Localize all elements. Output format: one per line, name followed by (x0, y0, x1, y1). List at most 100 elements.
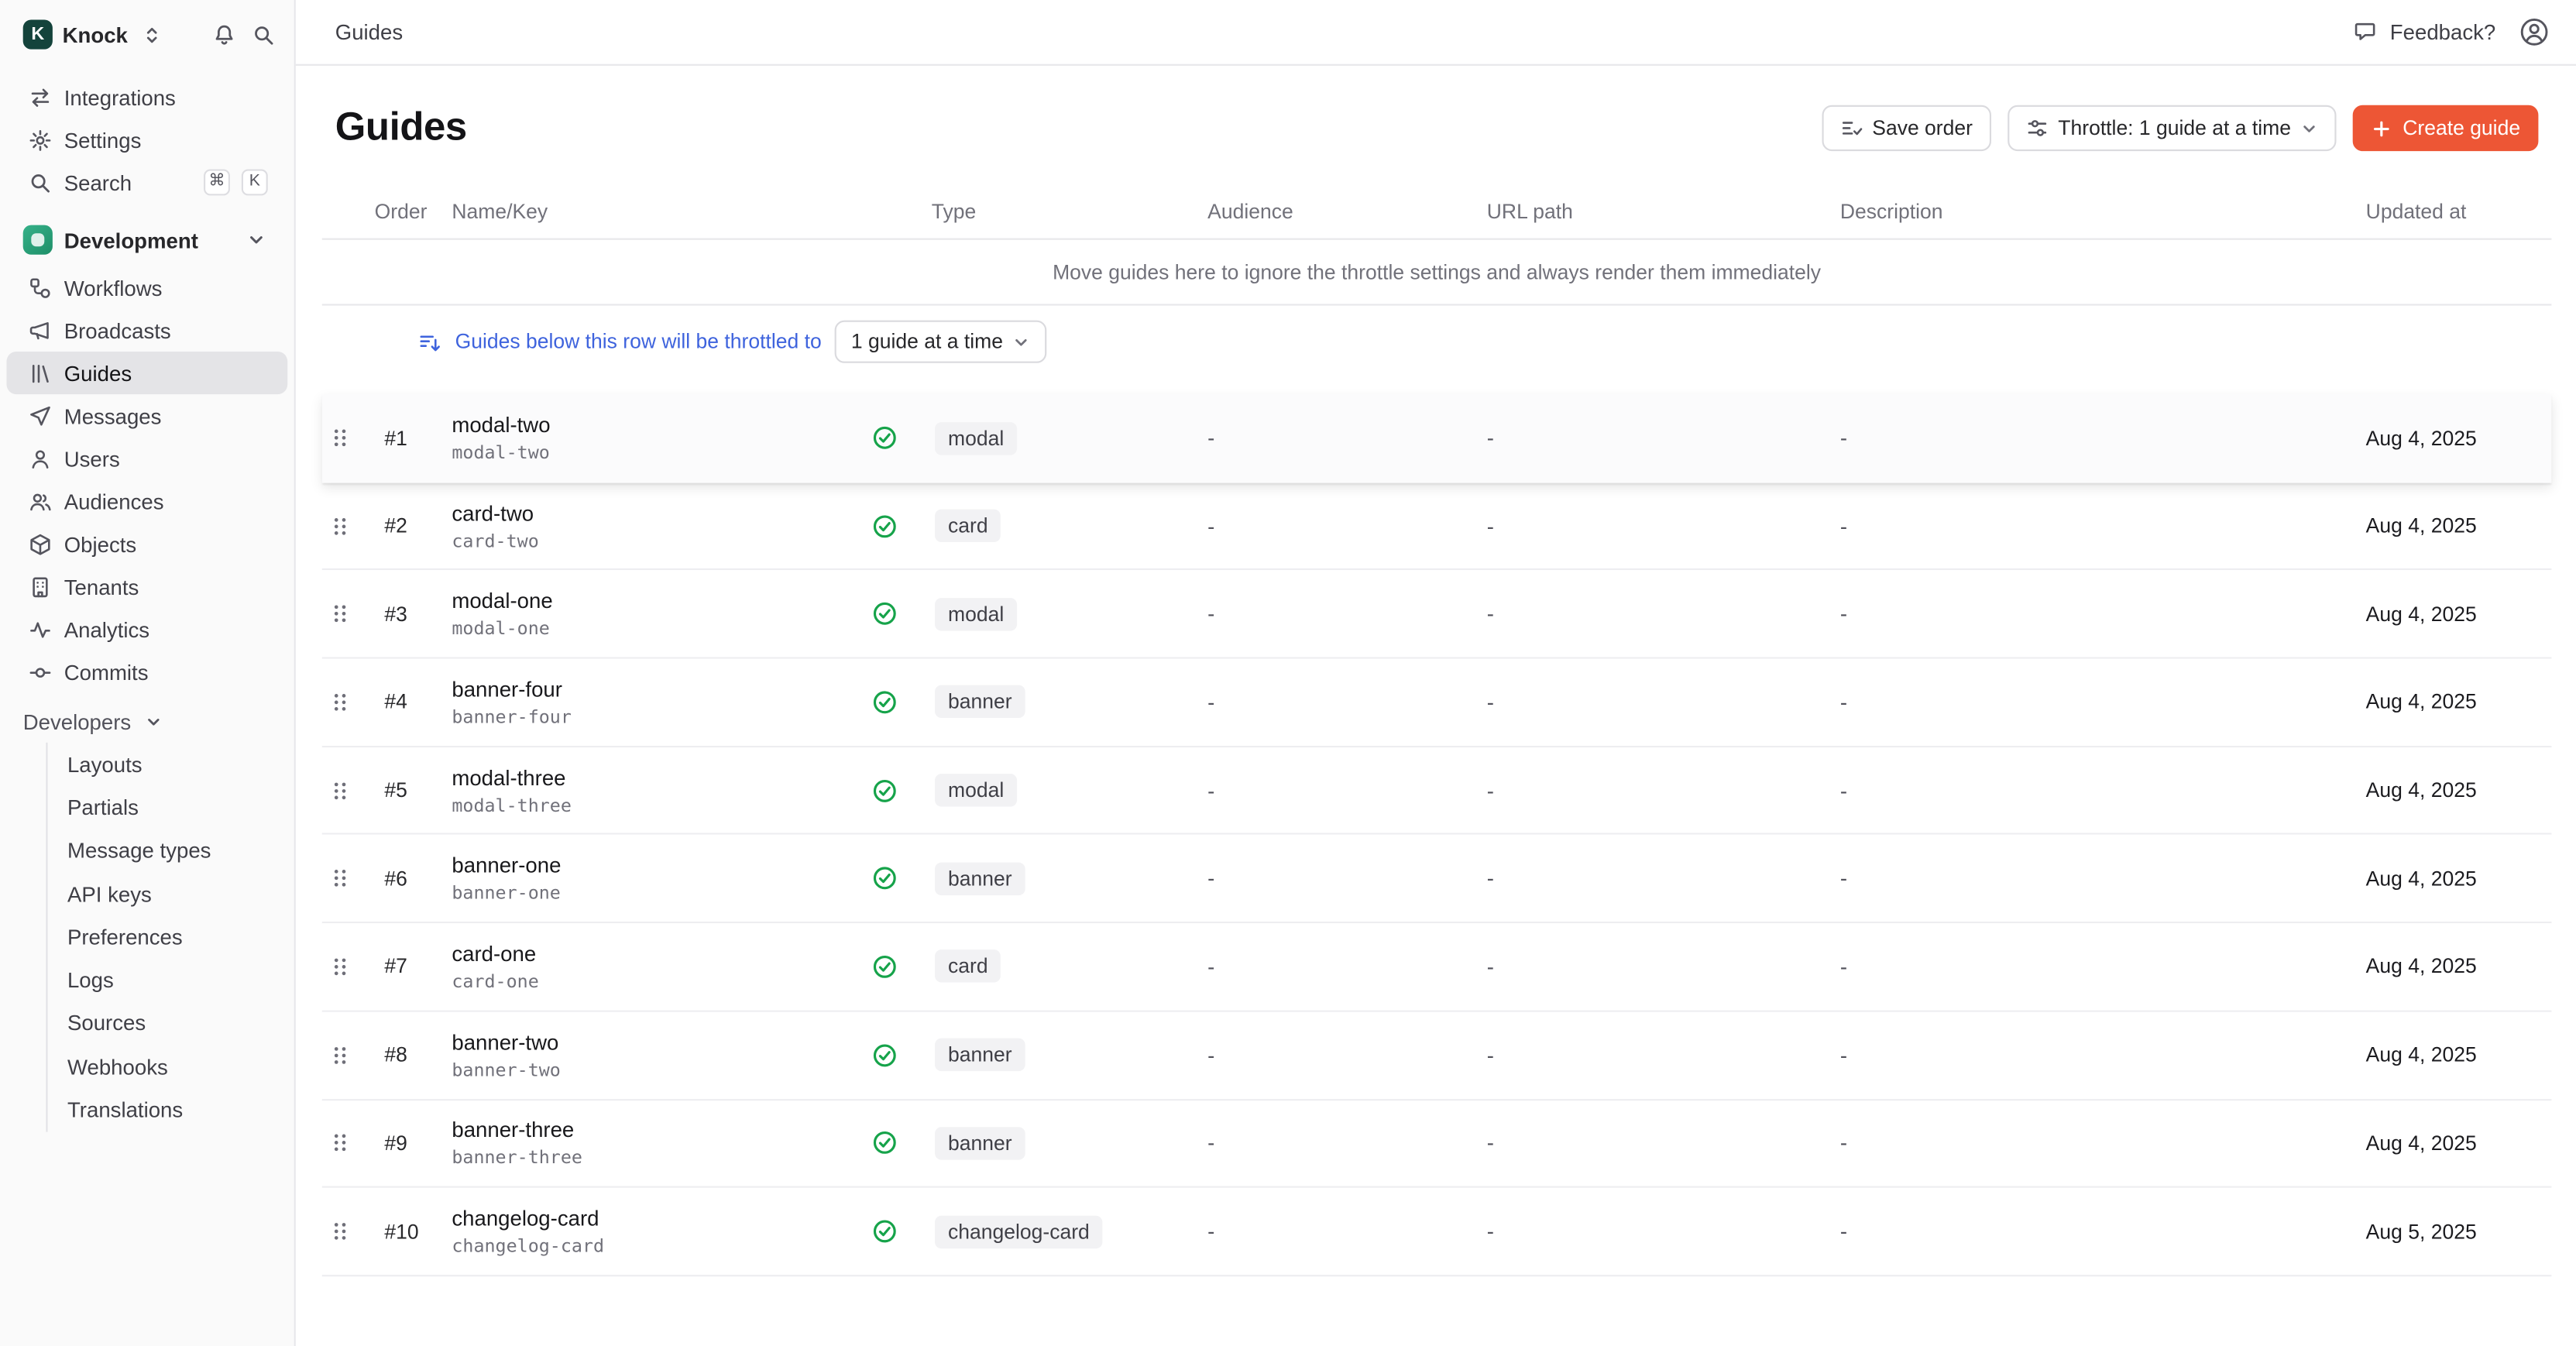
column-header-name-key: Name/Key (452, 200, 871, 223)
sidebar-item-search[interactable]: Search ⌘ K (6, 161, 287, 204)
sidebar-item-label: API keys (67, 881, 152, 906)
guide-name: modal-one (452, 589, 871, 613)
workspace-switcher[interactable]: K Knock (6, 13, 287, 56)
sidebar-item-label: Settings (64, 127, 142, 152)
sidebar-item-logs[interactable]: Logs (48, 959, 288, 1002)
user-icon (26, 445, 53, 472)
sidebar-item-webhooks[interactable]: Webhooks (48, 1045, 288, 1088)
guide-order: #6 (375, 867, 452, 891)
table-row[interactable]: #10 changelog-card changelog-card change… (322, 1188, 2552, 1276)
table-row[interactable]: #3 modal-one modal-one modal - - - Aug 4… (322, 571, 2552, 659)
notifications-bell-icon[interactable] (208, 19, 238, 49)
status-cell (871, 864, 931, 892)
sidebar-item-sources[interactable]: Sources (48, 1002, 288, 1046)
table-row[interactable]: #6 banner-one banner-one banner - - - Au… (322, 836, 2552, 924)
drag-handle[interactable] (322, 513, 375, 538)
sidebar-item-workflows[interactable]: Workflows (6, 266, 287, 309)
sidebar-item-api-keys[interactable]: API keys (48, 872, 288, 915)
guide-description: - (1840, 426, 2366, 451)
quick-search-icon[interactable] (248, 19, 277, 49)
guide-updated-at: Aug 4, 2025 (2366, 514, 2552, 537)
messages-icon (26, 403, 53, 429)
table-row[interactable]: #2 card-two card-two card - - - Aug 4, 2… (322, 482, 2552, 571)
table-row[interactable]: #5 modal-three modal-three modal - - - A… (322, 747, 2552, 836)
column-header-updated-at: Updated at (2366, 200, 2552, 223)
guide-updated-at: Aug 4, 2025 (2366, 1131, 2552, 1155)
sidebar-item-users[interactable]: Users (6, 437, 287, 479)
drag-handle[interactable] (322, 954, 375, 979)
guide-updated-at: Aug 4, 2025 (2366, 1043, 2552, 1066)
column-header-type: Type (932, 200, 1207, 223)
drag-handle[interactable] (322, 1131, 375, 1155)
sidebar-item-translations[interactable]: Translations (48, 1088, 288, 1131)
guide-key: modal-three (452, 796, 871, 815)
table-row[interactable]: #1 modal-two modal-two modal - - - Aug 4… (322, 394, 2552, 482)
guide-updated-at: Aug 4, 2025 (2366, 867, 2552, 891)
sidebar-item-label: Translations (67, 1097, 183, 1122)
sidebar-item-messages[interactable]: Messages (6, 394, 287, 437)
drag-handle[interactable] (322, 690, 375, 715)
sidebar-item-label: Messages (64, 403, 162, 428)
sidebar-item-preferences[interactable]: Preferences (48, 915, 288, 959)
sidebar-item-tenants[interactable]: Tenants (6, 565, 287, 608)
active-check-icon (871, 512, 898, 540)
feedback-button[interactable]: Feedback? (2351, 17, 2495, 46)
throttle-sort-icon (417, 329, 442, 354)
sidebar-item-message-types[interactable]: Message types (48, 829, 288, 872)
status-cell (871, 688, 931, 716)
drag-handle[interactable] (322, 1042, 375, 1067)
cube-icon (26, 531, 53, 557)
drag-handle[interactable] (322, 778, 375, 803)
table-row[interactable]: #7 card-one card-one card - - - Aug 4, 2… (322, 923, 2552, 1011)
guide-name: modal-two (452, 413, 871, 438)
table-row[interactable]: #4 banner-four banner-four banner - - - … (322, 659, 2552, 747)
column-header-url-path: URL path (1487, 200, 1840, 223)
sidebar-item-integrations[interactable]: Integrations (6, 76, 287, 118)
sidebar-item-label: Users (64, 446, 120, 471)
integrations-icon (26, 84, 53, 110)
environment-switcher[interactable]: Development (6, 217, 287, 263)
drag-handle[interactable] (322, 426, 375, 451)
drag-handle[interactable] (322, 867, 375, 891)
guide-url-path: - (1487, 513, 1840, 538)
sidebar-item-label: Audiences (64, 489, 164, 513)
guide-type-badge: changelog-card (935, 1215, 1103, 1248)
sidebar-item-commits[interactable]: Commits (6, 651, 287, 693)
guide-name: modal-three (452, 765, 871, 790)
workflows-icon (26, 274, 53, 300)
user-avatar[interactable] (2519, 16, 2550, 47)
topbar: Guides Feedback? (296, 0, 2576, 66)
guide-url-path: - (1487, 954, 1840, 979)
guide-audience: - (1207, 867, 1487, 891)
sidebar-item-label: Tenants (64, 574, 139, 599)
guide-name: banner-two (452, 1029, 871, 1054)
shortcut-k-key: K (242, 169, 268, 195)
sidebar-item-analytics[interactable]: Analytics (6, 608, 287, 651)
guide-key: card-two (452, 531, 871, 551)
throttle-count-dropdown[interactable]: 1 guide at a time (835, 321, 1048, 363)
sidebar-item-settings[interactable]: Settings (6, 118, 287, 161)
table-row[interactable]: #9 banner-three banner-three banner - - … (322, 1100, 2552, 1188)
drag-handle[interactable] (322, 1219, 375, 1244)
guide-type-badge: modal (935, 774, 1017, 806)
guide-description: - (1840, 602, 2366, 627)
sidebar-item-broadcasts[interactable]: Broadcasts (6, 309, 287, 352)
developers-section-toggle[interactable]: Developers (6, 700, 287, 743)
sidebar-item-objects[interactable]: Objects (6, 523, 287, 565)
drag-handle[interactable] (322, 602, 375, 627)
create-guide-button[interactable]: Create guide (2354, 105, 2539, 151)
guide-rows: #1 modal-two modal-two modal - - - Aug 4… (322, 394, 2552, 1276)
sidebar-item-label: Analytics (64, 617, 149, 642)
table-row[interactable]: #8 banner-two banner-two banner - - - Au… (322, 1011, 2552, 1100)
guide-audience: - (1207, 513, 1487, 538)
throttle-dropdown[interactable]: Throttle: 1 guide at a time (2008, 105, 2337, 151)
sidebar-item-audiences[interactable]: Audiences (6, 479, 287, 522)
sidebar-item-guides[interactable]: Guides (6, 352, 287, 394)
save-order-button[interactable]: Save order (1821, 105, 1990, 151)
immediate-dropzone[interactable]: Move guides here to ignore the throttle … (322, 240, 2552, 306)
sidebar-item-partials[interactable]: Partials (48, 786, 288, 829)
workspace-select-icon[interactable] (138, 19, 167, 49)
sidebar-item-layouts[interactable]: Layouts (48, 743, 288, 786)
guide-type-badge: banner (935, 862, 1025, 894)
guide-type-badge: card (935, 510, 1001, 542)
